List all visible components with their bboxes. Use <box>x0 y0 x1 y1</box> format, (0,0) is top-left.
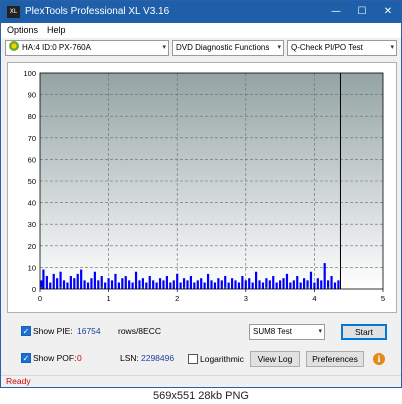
y-tick-label: 50 <box>28 177 36 186</box>
test-select[interactable]: Q-Check PI/PO Test ▾ <box>287 40 397 56</box>
y-tick-label: 40 <box>28 199 36 208</box>
x-tick-label: 1 <box>107 294 111 303</box>
test-select-value: Q-Check PI/PO Test <box>291 43 363 52</box>
x-tick-label: 4 <box>312 294 316 303</box>
preferences-button[interactable]: Preferences <box>306 351 364 367</box>
title-bar[interactable]: XL PlexTools Professional XL V3.16 — ☐ ✕ <box>1 1 401 23</box>
y-tick-label: 20 <box>28 242 36 251</box>
chevron-down-icon: ▾ <box>162 44 166 51</box>
pie-value: 16754 <box>77 326 101 336</box>
window-title: PlexTools Professional XL V3.16 <box>25 6 170 17</box>
start-button[interactable]: Start <box>341 324 387 340</box>
x-tick-label: 5 <box>381 294 385 303</box>
show-pof-label: Show POF: <box>33 353 77 363</box>
image-caption: 569x551 28kb PNG <box>0 388 402 404</box>
view-log-button[interactable]: View Log <box>250 351 300 367</box>
toolbar: HA:4 ID:0 PX-760A ▾ DVD Diagnostic Funct… <box>1 39 401 57</box>
y-tick-label: 60 <box>28 155 36 164</box>
x-tick-label: 3 <box>244 294 248 303</box>
pi-po-chart: 100 90 80 70 60 50 40 30 20 10 0 0 1 2 3 4 5 <box>7 62 397 313</box>
function-select[interactable]: DVD Diagnostic Functions ▾ <box>172 40 284 56</box>
y-tick-label: 0 <box>32 285 36 294</box>
show-pie-label: Show PIE: <box>33 326 73 336</box>
menu-bar: Options Help <box>1 23 401 38</box>
lsn-label: LSN: <box>120 353 139 363</box>
controls-panel: ✓ Show PIE: 16754 rows/8ECC SUM8 Test ▾ … <box>1 319 401 375</box>
chevron-down-icon: ▾ <box>277 44 281 51</box>
drive-select-value: HA:4 ID:0 PX-760A <box>22 43 91 52</box>
logarithmic-label: Logarithmic <box>200 354 244 364</box>
pof-value: 0 <box>77 353 82 363</box>
x-tick-label: 2 <box>175 294 179 303</box>
show-pie-checkbox[interactable]: ✓ <box>21 326 31 336</box>
chart-svg: 10090807060504030201000 1 2 3 4 5 <box>23 69 385 303</box>
status-text: Ready <box>6 376 31 386</box>
disc-drive-icon <box>9 41 19 51</box>
minimize-button[interactable]: — <box>323 1 349 23</box>
app-icon: XL <box>7 6 20 18</box>
y-tick-label: 30 <box>28 220 36 229</box>
drive-select[interactable]: HA:4 ID:0 PX-760A ▾ <box>5 40 169 56</box>
y-tick-label: 100 <box>23 69 36 78</box>
function-select-value: DVD Diagnostic Functions <box>176 43 270 52</box>
menu-options[interactable]: Options <box>7 25 38 35</box>
chevron-down-icon: ▾ <box>390 44 394 51</box>
y-tick-label: 80 <box>28 112 36 121</box>
sum-select[interactable]: SUM8 Test ▾ <box>249 324 325 340</box>
y-tick-label: 70 <box>28 134 36 143</box>
app-window: XL PlexTools Professional XL V3.16 — ☐ ✕… <box>0 0 402 388</box>
logarithmic-checkbox[interactable] <box>188 354 198 364</box>
info-icon[interactable]: i <box>373 353 385 365</box>
y-tick-label: 90 <box>28 91 36 100</box>
menu-help[interactable]: Help <box>47 25 66 35</box>
show-pof-checkbox[interactable]: ✓ <box>21 353 31 363</box>
status-bar: Ready <box>1 375 401 387</box>
x-tick-label: 0 <box>38 294 42 303</box>
maximize-button[interactable]: ☐ <box>349 1 375 23</box>
lsn-value: 2298496 <box>141 353 175 363</box>
rows-label: rows/8ECC <box>118 326 161 336</box>
close-button[interactable]: ✕ <box>375 1 401 23</box>
y-tick-label: 10 <box>28 263 36 272</box>
sum-select-value: SUM8 Test <box>253 327 292 336</box>
chevron-down-icon: ▾ <box>318 328 322 335</box>
